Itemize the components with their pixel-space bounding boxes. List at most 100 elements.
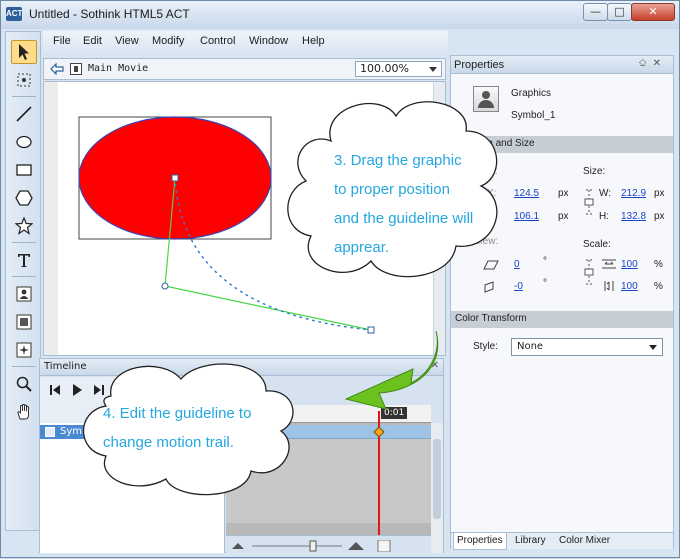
- minimize-button[interactable]: —: [583, 3, 608, 21]
- tab-properties[interactable]: Properties: [453, 533, 507, 550]
- close-button[interactable]: ✕: [631, 3, 675, 21]
- line-tool[interactable]: [11, 102, 37, 126]
- arrow-pointer-icon: [19, 44, 29, 60]
- symbol-type: Graphics: [511, 88, 552, 99]
- tab-color-mixer[interactable]: Color Mixer: [559, 535, 610, 546]
- x-value[interactable]: 124.5: [514, 188, 539, 199]
- play-icon[interactable]: [70, 383, 84, 397]
- skew-vertical-icon: [484, 281, 494, 293]
- style-value: None: [517, 341, 544, 352]
- callout-line: and the guideline will: [334, 210, 474, 227]
- scale-horizontal-value[interactable]: 100: [621, 259, 638, 270]
- width-label: W:: [599, 188, 612, 199]
- timeline-zoom-bar: [226, 535, 431, 553]
- callout-line: apprear.: [334, 239, 390, 256]
- breadcrumb-main-movie[interactable]: Main Movie: [88, 63, 148, 74]
- callout-line: to proper position: [334, 181, 450, 198]
- panel-tabs: Properties Library Color Mixer: [451, 532, 673, 550]
- callout-line: 4. Edit the guideline to: [103, 405, 252, 422]
- playhead-label: 0:01: [381, 407, 408, 419]
- star-tool[interactable]: [11, 214, 37, 238]
- timeline-scrollbar[interactable]: [431, 423, 443, 553]
- effect-tool[interactable]: [11, 338, 37, 362]
- scale-vertical-value[interactable]: 100: [621, 281, 638, 292]
- toolbox-divider: [12, 276, 36, 277]
- tween-frames[interactable]: [226, 425, 431, 439]
- scale-vertical-icon: [604, 281, 614, 291]
- select-tool[interactable]: [11, 40, 37, 64]
- callout-line: change motion trail.: [103, 434, 234, 451]
- style-select[interactable]: None: [511, 338, 663, 356]
- rectangle-icon: [16, 164, 32, 176]
- style-label: Style:: [473, 341, 499, 352]
- menu-window[interactable]: Window: [249, 35, 288, 47]
- menu-control[interactable]: Control: [200, 35, 235, 47]
- zoom-tool[interactable]: [11, 372, 37, 396]
- scale-label: Scale:: [583, 239, 611, 250]
- zoom-in-icon[interactable]: [348, 542, 364, 550]
- hand-tool[interactable]: [11, 400, 37, 424]
- text-tool[interactable]: [11, 248, 37, 272]
- x-label: X:: [487, 188, 497, 199]
- menu-edit[interactable]: Edit: [83, 35, 102, 47]
- layer-icon: [45, 427, 55, 437]
- y-value[interactable]: 106.1: [514, 211, 539, 222]
- sparkle-icon: [16, 342, 32, 358]
- panel-buttons: ⎐✕: [639, 58, 667, 69]
- menu-help[interactable]: Help: [302, 35, 325, 47]
- toolbox: [5, 31, 41, 531]
- menu-bar: File Edit View Modify Control Window Hel…: [43, 31, 448, 53]
- lock-aspect-icon[interactable]: [583, 188, 595, 216]
- toolbox-divider: [12, 242, 36, 243]
- pin-icon[interactable]: ⎐: [639, 58, 653, 69]
- rewind-icon[interactable]: [48, 383, 62, 397]
- percent-unit: %: [654, 259, 663, 270]
- frames-area[interactable]: 0:01: [226, 405, 431, 553]
- degree-unit: °: [543, 256, 547, 267]
- polygon-icon: [15, 190, 33, 206]
- layer-name: Symbol_1: [60, 426, 109, 437]
- movie-icon: [70, 63, 82, 75]
- menu-view[interactable]: View: [115, 35, 139, 47]
- height-label: H:: [599, 211, 609, 222]
- back-arrow-icon[interactable]: [50, 63, 64, 75]
- frame-tool[interactable]: [11, 310, 37, 334]
- height-value[interactable]: 132.8: [621, 211, 646, 222]
- scale-horizontal-icon: [602, 259, 616, 269]
- properties-header: Properties ⎐✕: [451, 56, 673, 74]
- skew-horizontal-value[interactable]: 0: [514, 259, 520, 270]
- polygon-tool[interactable]: [11, 186, 37, 210]
- maximize-button[interactable]: □: [607, 3, 632, 21]
- loop-icon[interactable]: [112, 383, 126, 397]
- x-unit: px: [558, 188, 569, 199]
- empty-frames: [226, 439, 431, 523]
- hand-icon: [17, 404, 29, 420]
- properties-panel: Properties ⎐✕ Graphics Symbol_1 Location…: [450, 55, 674, 550]
- zoom-select[interactable]: 100.00%: [355, 61, 442, 77]
- menu-modify[interactable]: Modify: [152, 35, 184, 47]
- rectangle-tool[interactable]: [11, 158, 37, 182]
- timeline-zoom-slider[interactable]: [232, 540, 422, 552]
- zoom-out-icon[interactable]: [232, 543, 244, 549]
- frame-icon: [16, 314, 32, 330]
- width-value[interactable]: 212.9: [621, 188, 646, 199]
- skew-vertical-value[interactable]: -0: [514, 281, 523, 292]
- ellipse-tool[interactable]: [11, 130, 37, 154]
- timeline-header: Timeline ✕: [40, 359, 443, 376]
- scale-lock-icon[interactable]: [583, 256, 595, 288]
- height-unit: px: [654, 211, 665, 222]
- subselect-tool[interactable]: [11, 68, 37, 92]
- scrollbar-thumb[interactable]: [433, 439, 441, 519]
- magnifier-icon: [16, 376, 32, 392]
- close-icon[interactable]: ✕: [653, 58, 667, 69]
- step-forward-icon[interactable]: [92, 383, 106, 397]
- image-tool[interactable]: [11, 282, 37, 306]
- section-color-transform[interactable]: Color Transform: [451, 311, 673, 328]
- close-icon[interactable]: ✕: [431, 360, 439, 371]
- menu-file[interactable]: File: [53, 35, 71, 47]
- tab-library[interactable]: Library: [515, 535, 546, 546]
- section-location-size[interactable]: Location and Size: [451, 136, 673, 153]
- skew-horizontal-icon: [483, 260, 499, 270]
- callout-drag-text: 3. Drag the graphic to proper position a…: [334, 146, 473, 262]
- title-bar[interactable]: ACT Untitled - Sothink HTML5 ACT — □ ✕: [1, 1, 679, 29]
